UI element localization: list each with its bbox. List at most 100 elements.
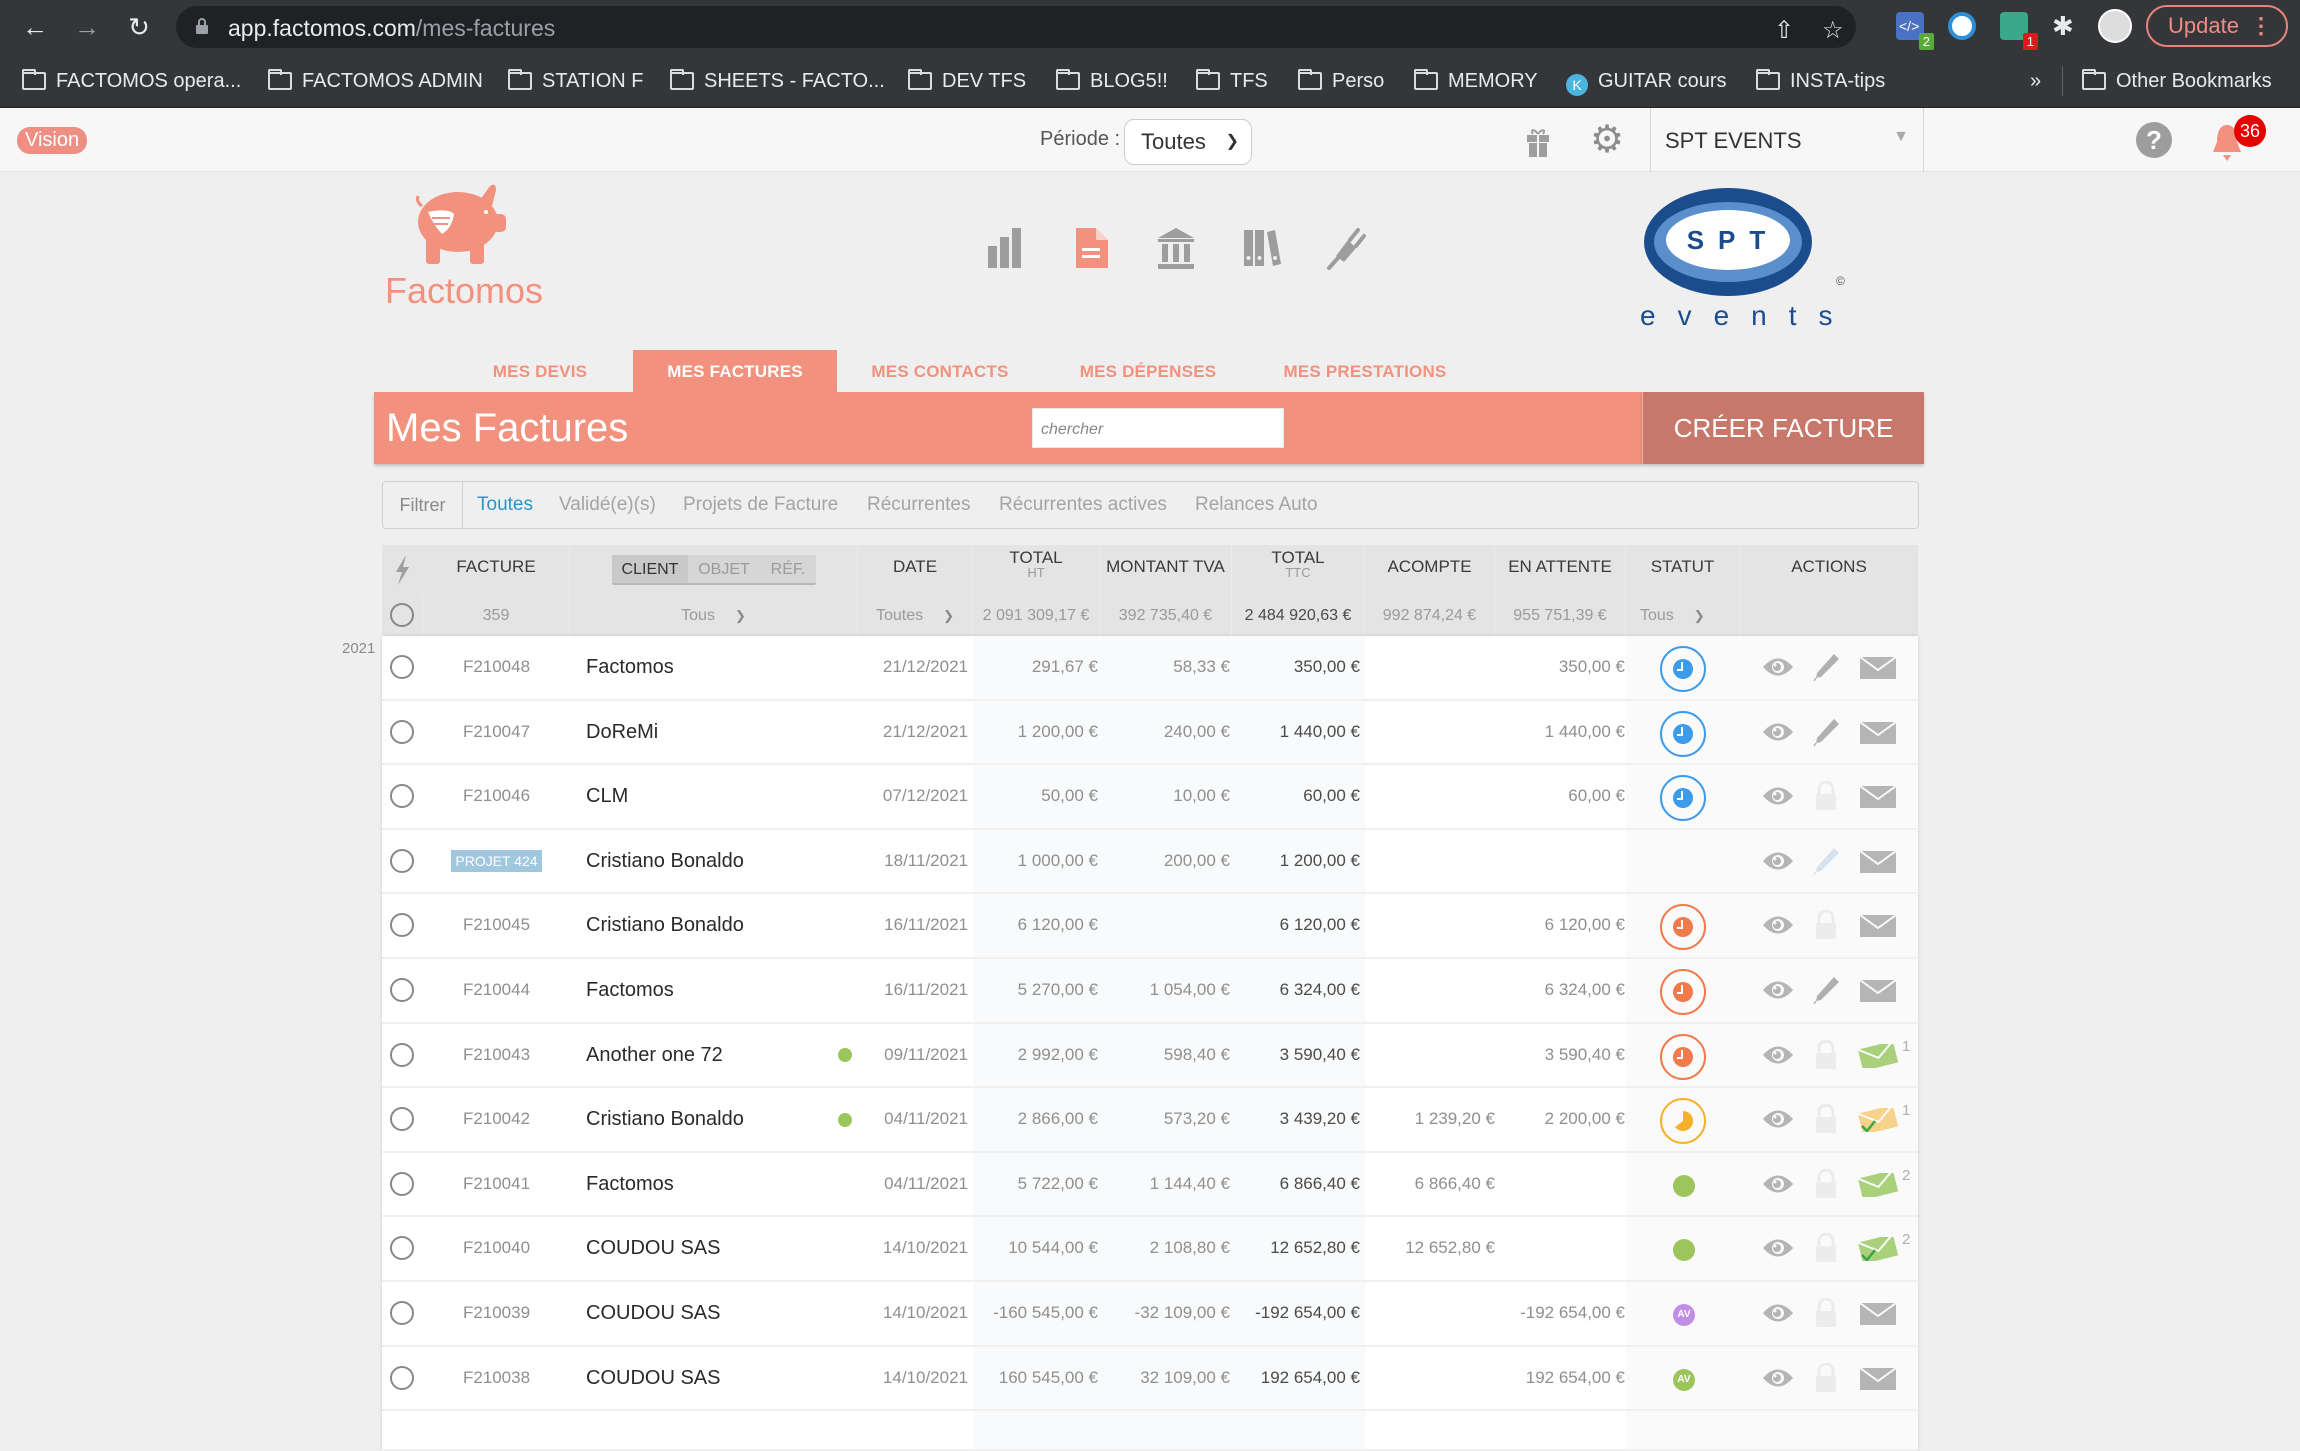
- tab-mes-contacts[interactable]: MES CONTACTS: [860, 350, 1020, 392]
- status-cell[interactable]: AV: [1626, 1282, 1740, 1345]
- lock-icon[interactable]: [1812, 910, 1840, 940]
- status-clock-icon[interactable]: [1660, 968, 1706, 1015]
- client-name[interactable]: CLM: [586, 765, 836, 828]
- vision-badge[interactable]: Vision: [17, 127, 88, 154]
- extensions-puzzle-icon[interactable]: ✱: [2052, 12, 2080, 40]
- column-date[interactable]: DATE: [858, 545, 973, 595]
- status-cell[interactable]: [1626, 1024, 1740, 1087]
- view-eye-icon[interactable]: [1762, 1044, 1794, 1066]
- share-icon[interactable]: ⇧: [1774, 16, 1794, 45]
- view-eye-icon[interactable]: [1762, 721, 1794, 743]
- client-name[interactable]: DoReMi: [586, 701, 836, 764]
- runner-extension-icon[interactable]: 1: [2000, 12, 2038, 50]
- send-email-icon[interactable]: [1858, 914, 1898, 938]
- table-row[interactable]: F210047 DoReMi 21/12/2021 1 200,00 € 240…: [382, 700, 1918, 766]
- status-cell[interactable]: [1626, 1088, 1740, 1151]
- lock-icon[interactable]: [1812, 1168, 1840, 1199]
- client-name[interactable]: Cristiano Bonaldo: [586, 830, 836, 893]
- table-row[interactable]: F210043 Another one 72 09/11/2021 2 992,…: [382, 1023, 1918, 1089]
- tab-mes-depenses[interactable]: MES DÉPENSES: [1068, 350, 1228, 392]
- view-eye-icon[interactable]: [1762, 1367, 1794, 1389]
- send-email-icon[interactable]: [1858, 720, 1898, 745]
- status-cell[interactable]: [1626, 1217, 1740, 1280]
- row-select-radio[interactable]: [390, 959, 416, 1022]
- filter-projets[interactable]: Projets de Facture: [683, 482, 838, 528]
- filter-relances-auto[interactable]: Relances Auto: [1195, 482, 1318, 528]
- invoice-number[interactable]: F210039: [423, 1282, 570, 1345]
- view-eye-icon[interactable]: [1762, 1302, 1794, 1324]
- help-icon[interactable]: ?: [2136, 122, 2172, 158]
- toggle-objet[interactable]: OBJET: [692, 555, 756, 583]
- column-facture[interactable]: FACTURE: [423, 545, 570, 595]
- view-eye-icon[interactable]: [1762, 785, 1794, 807]
- client-name[interactable]: Another one 72: [586, 1024, 836, 1087]
- column-total-ttc[interactable]: TOTAL TTC: [1232, 545, 1365, 595]
- row-select-radio[interactable]: [390, 830, 416, 893]
- tab-mes-prestations[interactable]: MES PRESTATIONS: [1270, 350, 1460, 392]
- invoice-number[interactable]: F210047: [423, 701, 570, 764]
- invoice-number[interactable]: F210044: [423, 959, 570, 1022]
- lock-icon[interactable]: [1812, 781, 1840, 811]
- send-email-icon[interactable]: [1858, 785, 1898, 809]
- table-row[interactable]: F210041 Factomos 04/11/2021 5 722,00 € 1…: [382, 1152, 1918, 1218]
- client-name[interactable]: COUDOU SAS: [586, 1217, 836, 1280]
- send-email-icon[interactable]: [1858, 1108, 1898, 1133]
- bookmark-item[interactable]: DEV TFS: [908, 66, 1026, 96]
- column-tva[interactable]: MONTANT TVA: [1100, 545, 1232, 595]
- status-clock-icon[interactable]: [1660, 646, 1706, 692]
- send-email-icon[interactable]: [1858, 849, 1898, 874]
- archive-binders-icon[interactable]: [1242, 226, 1282, 270]
- send-email-icon[interactable]: [1858, 1366, 1898, 1391]
- filter-recurrentes[interactable]: Récurrentes: [867, 482, 971, 528]
- create-invoice-button[interactable]: CRÉER FACTURE: [1642, 392, 1924, 464]
- search-input[interactable]: chercher: [1032, 408, 1284, 448]
- invoice-document-icon[interactable]: [1072, 226, 1112, 270]
- status-paid-icon[interactable]: [1673, 1174, 1695, 1197]
- lock-icon[interactable]: [1812, 1362, 1840, 1393]
- client-objet-ref-toggle[interactable]: CLIENT OBJET RÉF.: [612, 555, 816, 585]
- bookmark-item[interactable]: K GUITAR cours: [1566, 66, 1727, 96]
- status-cell[interactable]: [1626, 1153, 1740, 1216]
- stats-bar-chart-icon[interactable]: [986, 226, 1026, 270]
- row-select-radio[interactable]: [390, 1153, 416, 1216]
- status-clock-icon[interactable]: [1660, 710, 1706, 757]
- view-eye-icon[interactable]: [1762, 1237, 1794, 1259]
- view-eye-icon[interactable]: [1762, 1173, 1794, 1195]
- view-eye-icon[interactable]: [1762, 656, 1794, 678]
- other-bookmarks[interactable]: Other Bookmarks: [2082, 66, 2272, 96]
- column-acompte[interactable]: ACOMPTE: [1365, 545, 1495, 595]
- invoice-number[interactable]: F210042: [423, 1088, 570, 1151]
- date-filter-select[interactable]: Toutes ❯: [858, 595, 973, 636]
- edit-pencil-icon[interactable]: [1812, 717, 1840, 747]
- status-avoir-icon[interactable]: AV: [1673, 1368, 1695, 1391]
- client-name[interactable]: Factomos: [586, 636, 836, 699]
- row-select-radio[interactable]: [390, 1282, 416, 1345]
- status-clock-icon[interactable]: [1660, 775, 1706, 822]
- invoice-number[interactable]: PROJET 424: [423, 830, 570, 893]
- invoice-number[interactable]: F210041: [423, 1153, 570, 1216]
- lock-icon[interactable]: [1812, 1104, 1840, 1134]
- toggle-client[interactable]: CLIENT: [612, 555, 688, 583]
- gift-icon[interactable]: [1526, 126, 1550, 158]
- tab-mes-devis[interactable]: MES DEVIS: [480, 350, 600, 392]
- back-icon[interactable]: ←: [20, 12, 50, 42]
- invoice-number[interactable]: F210040: [423, 1217, 570, 1280]
- forward-icon[interactable]: →: [72, 12, 102, 42]
- table-row[interactable]: F210045 Cristiano Bonaldo 16/11/2021 6 1…: [382, 894, 1918, 959]
- row-select-radio[interactable]: [390, 1217, 416, 1280]
- client-name[interactable]: COUDOU SAS: [586, 1347, 836, 1410]
- status-paid-icon[interactable]: [1673, 1239, 1695, 1262]
- column-statut[interactable]: STATUT: [1626, 545, 1740, 595]
- lock-icon[interactable]: [1812, 1233, 1840, 1263]
- status-cell[interactable]: [1626, 765, 1740, 828]
- password-manager-icon[interactable]: [1948, 12, 1976, 40]
- view-eye-icon[interactable]: [1762, 850, 1794, 872]
- periode-select[interactable]: Toutes ❯: [1124, 119, 1252, 165]
- status-avoir-icon[interactable]: AV: [1673, 1303, 1695, 1326]
- send-email-icon[interactable]: [1858, 1172, 1898, 1197]
- column-total-ht[interactable]: TOTAL HT: [973, 545, 1100, 595]
- table-row[interactable]: F210038 COUDOU SAS 14/10/2021 160 545,00…: [382, 1346, 1918, 1412]
- column-en-attente[interactable]: EN ATTENTE: [1495, 545, 1626, 595]
- row-select-radio[interactable]: [390, 1088, 416, 1151]
- invoice-number[interactable]: F210048: [423, 636, 570, 699]
